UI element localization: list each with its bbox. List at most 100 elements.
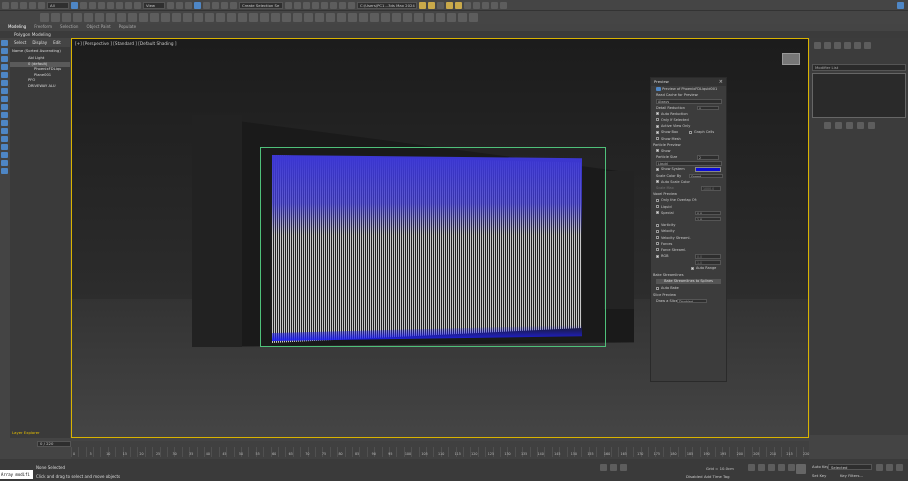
play-icon[interactable] xyxy=(768,464,775,471)
plugin-icon-24[interactable] xyxy=(293,13,302,22)
plugin-icon-25[interactable] xyxy=(304,13,313,22)
named-selection-dropdown[interactable]: Create Selection Se xyxy=(239,1,283,9)
plugin-icon-4[interactable] xyxy=(73,13,82,22)
phoenix-icon[interactable] xyxy=(473,1,480,9)
material-editor-icon[interactable] xyxy=(339,1,346,9)
undo-icon[interactable] xyxy=(2,1,9,9)
render-production-icon[interactable] xyxy=(428,1,435,9)
plugin-icon-13[interactable] xyxy=(172,13,181,22)
zoom-icon[interactable] xyxy=(876,464,883,471)
plugin-icon-37[interactable] xyxy=(436,13,445,22)
hierarchy-tab-icon[interactable] xyxy=(834,42,841,49)
plugin-icon-12[interactable] xyxy=(161,13,170,22)
toggle-scene-explorer-icon[interactable] xyxy=(303,1,310,9)
plugin-icon-35[interactable] xyxy=(414,13,423,22)
close-icon[interactable]: × xyxy=(719,78,723,86)
bake-streamlines-button[interactable]: Bake Streamlines to Splines xyxy=(656,278,721,285)
modifier-list-dropdown[interactable]: Modifier List xyxy=(812,64,906,71)
auto-bake-checkbox[interactable] xyxy=(656,286,659,290)
velocity-checkbox[interactable] xyxy=(656,229,659,233)
configure-sets-icon[interactable] xyxy=(868,122,875,129)
make-unique-icon[interactable] xyxy=(846,122,853,129)
isolate-icon[interactable] xyxy=(620,464,627,471)
set-key-button[interactable]: Set Key xyxy=(812,473,826,478)
active-view-only-checkbox[interactable] xyxy=(656,124,659,128)
angle-snap-icon[interactable] xyxy=(203,1,210,9)
align-icon[interactable] xyxy=(294,1,301,9)
display-invert-icon[interactable] xyxy=(1,56,8,62)
plugin-icon-39[interactable] xyxy=(458,13,467,22)
display-bones-icon[interactable] xyxy=(1,128,8,134)
scale-max-spinner[interactable]: 1000.0 xyxy=(701,186,721,191)
display-groups-icon[interactable] xyxy=(1,112,8,118)
tab-freeform[interactable]: Freeform xyxy=(34,24,52,31)
layer-explorer-label[interactable]: Layer Explorer xyxy=(10,430,70,438)
plugin-icon-17[interactable] xyxy=(216,13,225,22)
plugin-icon-11[interactable] xyxy=(150,13,159,22)
vray-icon[interactable] xyxy=(464,1,471,9)
vorticity-checkbox[interactable] xyxy=(656,223,659,227)
plugin-icon-16[interactable] xyxy=(205,13,214,22)
settings-icon[interactable] xyxy=(491,1,498,9)
velocity-streamlines-checkbox[interactable] xyxy=(656,236,659,239)
redo-icon[interactable] xyxy=(11,1,18,9)
particle-size-spinner[interactable]: 2 xyxy=(697,155,719,160)
display-geometry-icon[interactable] xyxy=(1,64,8,70)
rgb-min-spinner[interactable]: 0.0 xyxy=(695,254,721,259)
utilities-tab-icon[interactable] xyxy=(864,42,871,49)
display-cameras-icon[interactable] xyxy=(1,88,8,94)
mirror-icon[interactable] xyxy=(285,1,292,9)
display-lights-icon[interactable] xyxy=(1,80,8,86)
read-cache-dropdown[interactable]: Always xyxy=(656,99,722,104)
pivot-point-icon[interactable] xyxy=(167,1,174,9)
display-influences-icon[interactable] xyxy=(1,168,8,174)
tab-populate[interactable]: Populate xyxy=(119,24,136,31)
plugin-icon-5[interactable] xyxy=(84,13,93,22)
plugin-icon-3[interactable] xyxy=(62,13,71,22)
modify-tab-icon[interactable] xyxy=(824,42,831,49)
plugin-icon-8[interactable] xyxy=(117,13,126,22)
render-frame-icon[interactable] xyxy=(419,1,426,9)
render-setup-icon[interactable] xyxy=(348,1,355,9)
menu-display[interactable]: Display xyxy=(32,38,47,47)
plugin-icon-1[interactable] xyxy=(40,13,49,22)
auto-key-button[interactable]: Auto Key xyxy=(812,464,829,469)
pin-stack-icon[interactable] xyxy=(824,122,831,129)
help-icon[interactable] xyxy=(482,1,489,9)
plugin-icon-7[interactable] xyxy=(106,13,115,22)
pan-icon[interactable] xyxy=(896,464,903,471)
percent-snap-icon[interactable] xyxy=(212,1,219,9)
plugin-icon-26[interactable] xyxy=(315,13,324,22)
show-checkbox[interactable] xyxy=(656,149,659,153)
plugin-icon-33[interactable] xyxy=(392,13,401,22)
explorer-header[interactable]: Name (Sorted Ascending) xyxy=(12,48,61,53)
menu-select[interactable]: Select xyxy=(14,38,26,47)
display-shapes-icon[interactable] xyxy=(1,72,8,78)
display-spacewarps-icon[interactable] xyxy=(1,104,8,110)
plugin-icon-27[interactable] xyxy=(326,13,335,22)
go-to-start-icon[interactable] xyxy=(748,464,755,471)
rotate-icon[interactable] xyxy=(116,1,123,9)
snaps-toggle-icon[interactable] xyxy=(194,1,201,9)
display-children-icon[interactable] xyxy=(1,160,8,166)
plugin-icon-15[interactable] xyxy=(194,13,203,22)
plugin-icon-23[interactable] xyxy=(282,13,291,22)
key-filters-button[interactable]: Key Filters... xyxy=(840,473,863,478)
ribbon-panel-label[interactable]: Polygon Modeling xyxy=(0,31,908,38)
display-all-icon[interactable] xyxy=(1,48,8,54)
plugin-icon-10[interactable] xyxy=(139,13,148,22)
auto-scale-color-checkbox[interactable] xyxy=(656,180,659,184)
graph-cells-checkbox[interactable] xyxy=(689,130,692,134)
viewport-label[interactable]: [+] [Perspective ] [Standard ] [Default … xyxy=(75,41,177,46)
teapot-render-icon[interactable] xyxy=(455,1,462,9)
window-crossing-icon[interactable] xyxy=(98,1,105,9)
adaptive-degradation-status[interactable]: Disabled xyxy=(686,474,703,479)
workspace-icon[interactable] xyxy=(500,1,507,9)
schematic-view-icon[interactable] xyxy=(330,1,337,9)
display-xrefs-icon[interactable] xyxy=(1,120,8,126)
go-to-end-icon[interactable] xyxy=(788,464,795,471)
keyboard-shortcut-icon[interactable] xyxy=(185,1,192,9)
plugin-icon-2[interactable] xyxy=(51,13,60,22)
add-time-tag[interactable]: Add Time Tag xyxy=(704,474,729,479)
link-icon[interactable] xyxy=(20,1,27,9)
